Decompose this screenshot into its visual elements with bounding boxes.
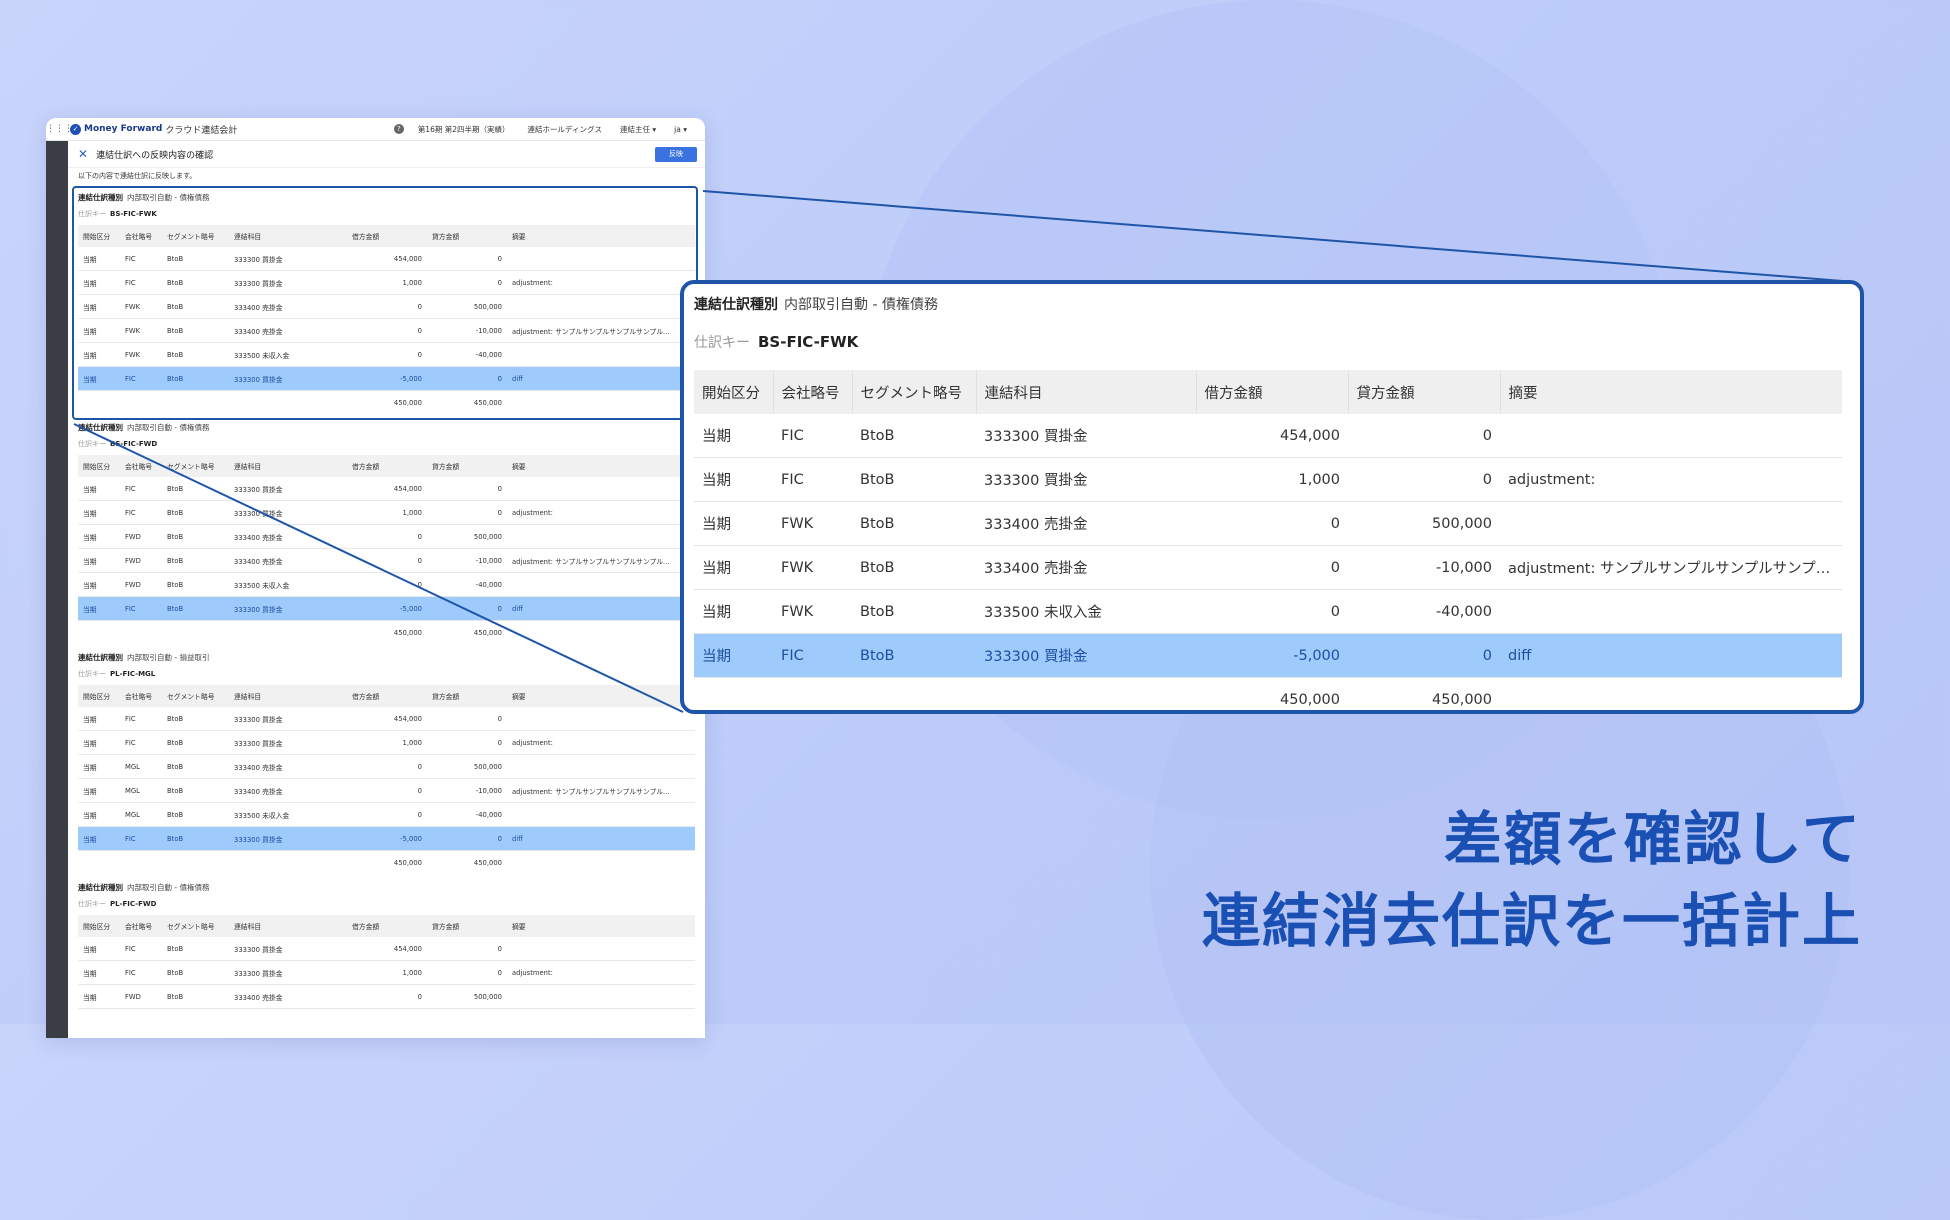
table-cell: BtoB xyxy=(852,501,976,546)
col-header: セグメント略号 xyxy=(851,370,976,414)
connector-line-top xyxy=(702,190,1856,283)
col-header: 会社略号 xyxy=(772,370,852,414)
table-cell: -5,000 xyxy=(1196,633,1348,678)
table-cell xyxy=(852,678,976,722)
zoom-type-label: 連結仕訳種別 xyxy=(694,297,778,313)
col-header: 開始区分 xyxy=(694,370,773,414)
table-cell: BtoB xyxy=(852,545,976,590)
table-cell xyxy=(773,678,852,722)
table-cell: 0 xyxy=(1348,414,1500,458)
table-row[interactable]: 当期 FIC BtoB 333300 買掛金 1,000 0 adjustment: xyxy=(694,457,1842,502)
zoom-panel: 連結仕訳種別 内部取引自動 - 債権債務 仕訳キー BS-FIC-FWK 開始区分 … xyxy=(680,280,1864,714)
table-cell: adjustment: サンプルサンプルサンプルサンプル... xyxy=(1500,545,1842,590)
zoom-type-row: 連結仕訳種別 内部取引自動 - 債権債務 xyxy=(694,294,1842,314)
table-cell: FIC xyxy=(773,457,852,502)
table-cell: 当期 xyxy=(694,633,773,678)
connector-line-bottom xyxy=(73,423,684,713)
table-cell: 450,000 xyxy=(1432,691,1492,708)
table-row[interactable]: 当期 FWK BtoB 333400 売掛金 0 -10,000 adjustment: サ… xyxy=(694,545,1842,590)
table-cell: -40,000 xyxy=(1348,589,1500,634)
table-row[interactable]: 当期 FWK BtoB 333400 売掛金 0 500,000 xyxy=(694,501,1842,546)
table-cell: 333500 未収入金 xyxy=(976,589,1196,634)
table-cell: FIC xyxy=(773,414,852,458)
zoom-key-value: BS-FIC-FWK xyxy=(758,333,859,351)
table-cell: 333400 売掛金 xyxy=(976,501,1196,546)
table-row[interactable]: 当期 FWK BtoB 333500 未収入金 0 -40,000 xyxy=(694,589,1842,634)
table-cell: 1,000 xyxy=(1196,457,1348,502)
table-cell: 333400 売掛金 xyxy=(976,545,1196,590)
col-header: 摘要 xyxy=(1499,370,1842,414)
zoom-key-row: 仕訳キー BS-FIC-FWK xyxy=(694,332,1842,352)
table-cell: BtoB xyxy=(852,414,976,458)
table-cell: 333300 買掛金 xyxy=(976,414,1196,458)
col-header: 連結科目 xyxy=(975,370,1196,414)
table-cell: 0 xyxy=(1348,457,1500,502)
table-cell: 500,000 xyxy=(1348,501,1500,546)
table-cell xyxy=(1500,501,1842,546)
table-cell: 当期 xyxy=(694,414,773,458)
total-row: 450,000 450,000 xyxy=(694,678,1842,722)
headline: 差額を確認して 連結消去仕訳を一括計上 xyxy=(1202,798,1862,962)
table-cell: 454,000 xyxy=(1196,414,1348,458)
table-cell: 450,000 xyxy=(1280,691,1340,708)
table-cell: 0 xyxy=(1348,633,1500,678)
headline-line-2: 連結消去仕訳を一括計上 xyxy=(1201,887,1862,955)
table-cell: FWK xyxy=(773,589,852,634)
zoom-table-header: 開始区分 会社略号 セグメント略号 連結科目 借方金額 貸方金額 摘要 xyxy=(694,370,1842,414)
table-cell xyxy=(1500,414,1842,458)
zoom-key-label: 仕訳キー xyxy=(694,335,750,351)
table-cell: 当期 xyxy=(694,545,773,590)
table-cell xyxy=(1500,589,1842,634)
table-cell xyxy=(976,678,1196,722)
table-cell xyxy=(1500,678,1842,722)
table-cell: BtoB xyxy=(852,457,976,502)
table-cell: 当期 xyxy=(694,457,773,502)
zoom-type-value: 内部取引自動 - 債権債務 xyxy=(784,297,938,313)
table-cell: 0 xyxy=(1196,545,1348,590)
table-cell: FIC xyxy=(773,633,852,678)
table-cell: BtoB xyxy=(852,589,976,634)
table-cell: 0 xyxy=(1196,589,1348,634)
table-cell: 333300 買掛金 xyxy=(976,633,1196,678)
table-cell: FWK xyxy=(773,545,852,590)
table-cell: FWK xyxy=(773,501,852,546)
table-cell: adjustment: xyxy=(1500,457,1842,502)
table-row[interactable]: 当期 FIC BtoB 333300 買掛金 454,000 0 xyxy=(694,414,1842,458)
zoom-journal-table: 開始区分 会社略号 セグメント略号 連結科目 借方金額 貸方金額 摘要 当期 FI… xyxy=(694,370,1842,721)
table-cell: 333300 買掛金 xyxy=(976,457,1196,502)
table-cell: 0 xyxy=(1196,501,1348,546)
col-header: 借方金額 xyxy=(1195,370,1348,414)
headline-line-1: 差額を確認して xyxy=(1443,805,1862,873)
table-cell xyxy=(694,678,773,722)
table-row[interactable]: 当期 FIC BtoB 333300 買掛金 -5,000 0 diff xyxy=(694,633,1842,678)
col-header: 貸方金額 xyxy=(1347,370,1500,414)
table-cell: 当期 xyxy=(694,501,773,546)
table-cell: -10,000 xyxy=(1348,545,1500,590)
table-cell: 当期 xyxy=(694,589,773,634)
table-cell: BtoB xyxy=(852,633,976,678)
table-cell: diff xyxy=(1500,633,1842,678)
